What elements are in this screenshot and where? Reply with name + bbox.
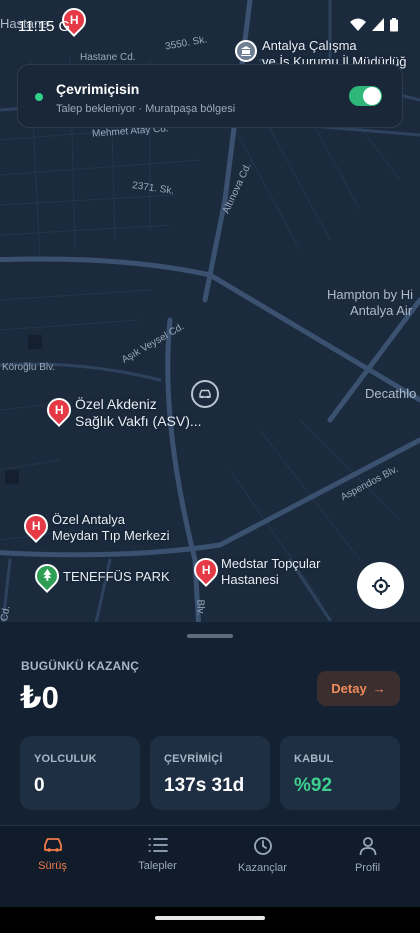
poi-akdeniz-line1: Özel Akdeniz <box>75 396 157 412</box>
stat-value: 0 <box>34 775 45 796</box>
user-icon <box>359 837 376 856</box>
poi-akdeniz-line2: Sağlık Vakfı (ASV)... <box>75 413 202 429</box>
nav-item-drive[interactable]: Sürüş <box>0 826 105 907</box>
earnings-label: BUGÜNKÜ KAZANÇ <box>21 659 140 673</box>
status-bar: 11:15 G <box>0 0 420 52</box>
stat-value: 137s 31d <box>164 775 245 796</box>
stat-label: ÇEVRİMİÇİ <box>164 753 223 765</box>
online-status-card: Çevrimiçisin Talep bekleniyor · Muratpaş… <box>17 64 403 128</box>
nav-label: Profil <box>354 862 381 874</box>
online-subtitle: Talep bekleniyor · Muratpaşa bölgesi <box>56 103 236 115</box>
poi-akdeniz[interactable]: Özel Akdeniz Sağlık Vakfı (ASV)... <box>75 396 202 430</box>
nav-item-earnings[interactable]: Kazançlar <box>210 826 315 907</box>
poi-teneffus[interactable]: TENEFFÜS PARK <box>63 569 170 585</box>
poi-meydan-line2: Meydan Tıp Merkezi <box>52 528 170 543</box>
battery-icon <box>390 18 398 32</box>
my-location-button[interactable] <box>357 562 404 609</box>
poi-meydan[interactable]: Özel Antalya Meydan Tıp Merkezi <box>52 512 170 544</box>
detail-button[interactable]: Detay → <box>317 671 400 706</box>
street-label-blv: Blv. <box>194 599 206 616</box>
online-title: Çevrimiçisin <box>56 81 140 97</box>
bottom-navigation: Sürüş Talepler Kazançlar Profil <box>0 825 420 907</box>
stat-label: YOLCULUK <box>34 753 97 765</box>
nav-item-requests[interactable]: Talepler <box>105 826 210 907</box>
hospital-pin-letter: H <box>201 563 211 578</box>
detail-button-label: Detay <box>331 681 367 696</box>
nav-label: Kazançlar <box>238 862 287 874</box>
nav-label: Sürüş <box>38 860 67 872</box>
map-label-decathlon: Decathlo <box>365 386 417 401</box>
stat-value: %92 <box>294 775 333 796</box>
home-gesture-pill[interactable] <box>155 916 265 920</box>
map-label-antalya-air: Antalya Air <box>350 303 413 318</box>
map-label-hampton: Hampton by Hi <box>327 287 413 302</box>
stat-label: KABUL <box>294 753 334 765</box>
driver-location-marker <box>191 380 219 408</box>
poi-meydan-line1: Özel Antalya <box>52 512 125 527</box>
clock-icon <box>253 837 272 855</box>
car-icon <box>43 838 62 852</box>
hospital-pin-letter: H <box>54 403 64 418</box>
status-carrier-glyph: G <box>58 18 71 35</box>
nav-item-profile[interactable]: Profil <box>315 826 420 907</box>
poi-medstar-line2: Hastanesi <box>221 572 279 587</box>
car-icon <box>199 389 211 399</box>
poi-medstar[interactable]: Medstar Topçular Hastanesi <box>221 556 320 588</box>
street-label-koroglu: Köroğlu Blv. <box>2 362 56 373</box>
street-label-hastane-cd: Hastane Cd. <box>80 52 136 63</box>
earnings-sheet: BUGÜNKÜ KAZANÇ ₺0 Detay → YOLCULUK 0 ÇEV… <box>0 622 420 825</box>
toggle-knob <box>363 87 381 105</box>
hospital-pin-letter: H <box>31 519 41 534</box>
stat-card-acceptance: KABUL %92 <box>280 736 400 810</box>
arrow-right-icon: → <box>372 681 386 696</box>
list-icon <box>148 838 168 852</box>
system-navigation-bar <box>0 907 420 933</box>
poi-medstar-line1: Medstar Topçular <box>221 556 321 571</box>
earnings-value: ₺0 <box>20 680 59 715</box>
signal-icon <box>372 18 384 31</box>
online-toggle[interactable] <box>349 86 382 106</box>
sheet-drag-handle[interactable] <box>187 634 233 638</box>
stat-card-online-time: ÇEVRİMİÇİ 137s 31d <box>150 736 270 810</box>
nav-label: Talepler <box>138 860 177 872</box>
wifi-icon <box>350 18 366 31</box>
online-indicator-dot <box>35 93 43 101</box>
stat-card-trips: YOLCULUK 0 <box>20 736 140 810</box>
crosshair-icon <box>371 576 390 595</box>
status-time: 11:15 <box>18 18 55 35</box>
